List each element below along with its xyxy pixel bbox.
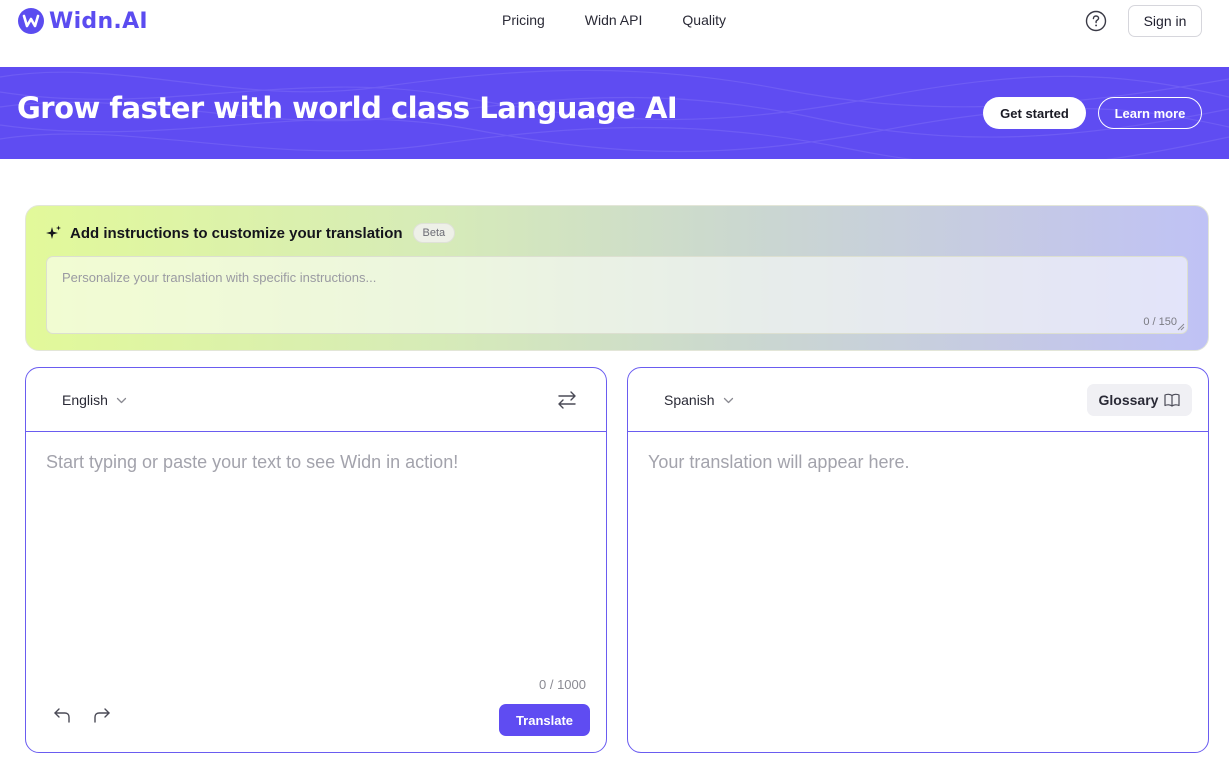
instructions-title: Add instructions to customize your trans… <box>70 224 403 242</box>
chevron-down-icon <box>116 397 127 403</box>
undo-icon[interactable] <box>52 705 72 725</box>
source-char-count: 0 / 1000 <box>539 677 586 692</box>
nav-pricing[interactable]: Pricing <box>502 12 545 28</box>
question-circle-icon[interactable] <box>1085 10 1107 32</box>
hero-banner: Grow faster with world class Language AI… <box>0 67 1229 159</box>
learn-more-button[interactable]: Learn more <box>1098 97 1202 129</box>
logo-text: Widn.AI <box>49 8 148 34</box>
sparkle-icon <box>46 225 61 239</box>
target-language-select[interactable]: Spanish <box>664 392 734 408</box>
translation-output: Your translation will appear here. <box>648 452 910 472</box>
main-nav: Pricing Widn API Quality <box>502 12 726 28</box>
source-panel: English 0 / 1000 Translate <box>25 367 607 753</box>
redo-icon[interactable] <box>92 705 112 725</box>
source-language-label: English <box>62 392 108 408</box>
nav-widn-api[interactable]: Widn API <box>585 12 643 28</box>
logo-icon <box>18 8 44 34</box>
target-language-label: Spanish <box>664 392 715 408</box>
glossary-label: Glossary <box>1098 392 1159 408</box>
book-icon <box>1164 393 1181 407</box>
instructions-header: Add instructions to customize your trans… <box>46 223 456 243</box>
source-text-input[interactable] <box>46 452 586 662</box>
instructions-input[interactable] <box>47 257 1187 333</box>
resize-grip-icon[interactable] <box>1177 323 1185 331</box>
instructions-field-wrapper: 0 / 150 <box>46 256 1188 334</box>
target-panel: Spanish Glossary Your translation will a… <box>627 367 1209 753</box>
source-language-select[interactable]: English <box>62 392 127 408</box>
get-started-button[interactable]: Get started <box>983 97 1086 129</box>
beta-badge: Beta <box>412 223 456 243</box>
swap-arrows-icon[interactable] <box>556 389 578 411</box>
logo[interactable]: Widn.AI <box>17 7 148 35</box>
banner-title: Grow faster with world class Language AI <box>17 91 678 125</box>
nav-quality[interactable]: Quality <box>682 12 726 28</box>
target-panel-header: Spanish Glossary <box>628 368 1208 432</box>
glossary-button[interactable]: Glossary <box>1087 384 1192 416</box>
top-bar: Widn.AI Pricing Widn API Quality Sign in <box>0 0 1229 67</box>
instructions-panel: Add instructions to customize your trans… <box>25 205 1209 351</box>
sign-in-button[interactable]: Sign in <box>1128 5 1202 37</box>
source-panel-header: English <box>26 368 606 432</box>
chevron-down-icon <box>723 397 733 403</box>
translate-button[interactable]: Translate <box>499 704 590 736</box>
instructions-char-count: 0 / 150 <box>1143 316 1177 328</box>
